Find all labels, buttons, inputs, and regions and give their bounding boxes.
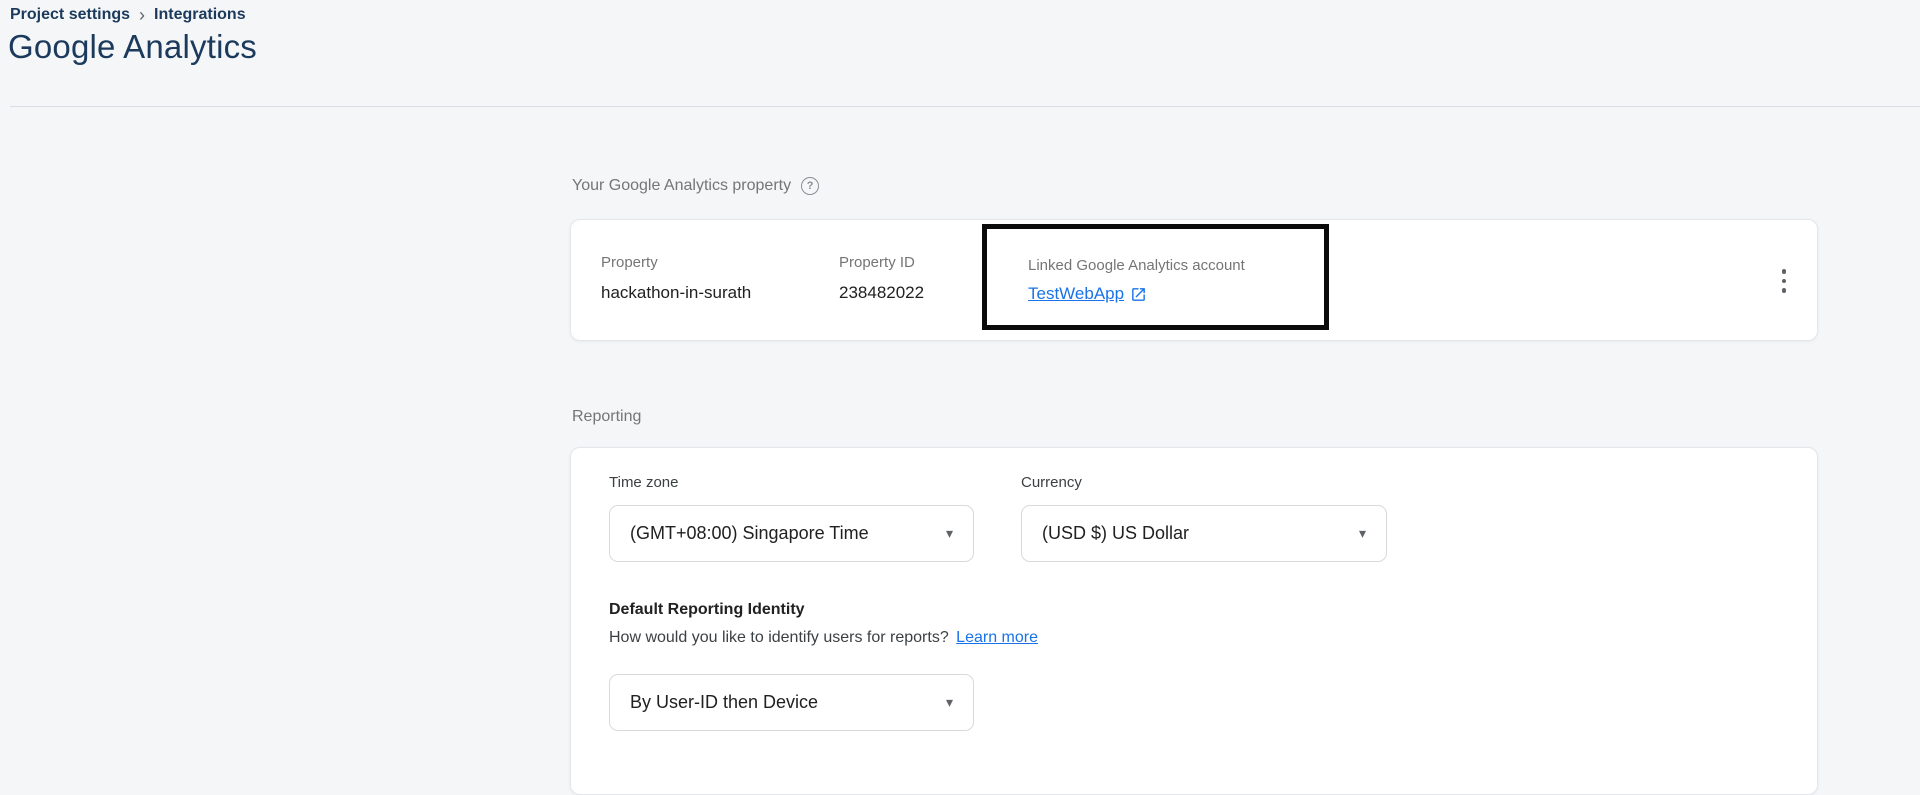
help-icon[interactable]: ? xyxy=(801,177,819,195)
reporting-identity-value: By User-ID then Device xyxy=(630,692,818,713)
linked-account-link[interactable]: TestWebApp xyxy=(1028,284,1124,304)
time-zone-dropdown[interactable]: (GMT+08:00) Singapore Time ▾ xyxy=(609,505,974,562)
default-reporting-identity-heading: Default Reporting Identity xyxy=(609,601,805,619)
property-field-value: hackathon-in-surath xyxy=(601,282,751,304)
reporting-identity-dropdown[interactable]: By User-ID then Device ▾ xyxy=(609,674,974,731)
reporting-card: Time zone (GMT+08:00) Singapore Time ▾ C… xyxy=(570,447,1818,795)
breadcrumb: Project settings › Integrations xyxy=(10,6,246,24)
breadcrumb-project-settings[interactable]: Project settings xyxy=(10,6,130,24)
reporting-section-heading: Reporting xyxy=(572,408,641,426)
currency-label: Currency xyxy=(1021,474,1082,491)
google-analytics-integration-page: Project settings › Integrations Google A… xyxy=(0,0,1920,785)
linked-account-field-label: Linked Google Analytics account xyxy=(1028,257,1245,275)
default-reporting-identity-description: How would you like to identify users for… xyxy=(609,629,1038,647)
currency-dropdown[interactable]: (USD $) US Dollar ▾ xyxy=(1021,505,1387,562)
identity-description-text: How would you like to identify users for… xyxy=(609,629,949,646)
property-field-label: Property xyxy=(601,254,751,272)
property-card: Property hackathon-in-surath Property ID… xyxy=(570,219,1818,341)
property-field: Property hackathon-in-surath xyxy=(601,254,751,304)
property-section-heading-label: Your Google Analytics property xyxy=(572,177,791,195)
currency-value: (USD $) US Dollar xyxy=(1042,523,1189,544)
breadcrumb-chevron-icon: › xyxy=(130,6,154,24)
dropdown-caret-icon: ▾ xyxy=(1359,525,1366,542)
breadcrumb-integrations[interactable]: Integrations xyxy=(154,6,246,24)
property-id-field-value: 238482022 xyxy=(839,282,924,304)
reporting-section-heading-label: Reporting xyxy=(572,408,641,426)
open-in-new-icon xyxy=(1130,286,1147,303)
property-id-field: Property ID 238482022 xyxy=(839,254,924,304)
header-divider xyxy=(10,106,1920,107)
page-title: Google Analytics xyxy=(8,28,257,66)
property-section-heading: Your Google Analytics property ? xyxy=(572,177,819,195)
linked-account-field: Linked Google Analytics account TestWebA… xyxy=(1028,257,1245,304)
learn-more-link[interactable]: Learn more xyxy=(956,629,1038,646)
property-id-field-label: Property ID xyxy=(839,254,924,272)
dropdown-caret-icon: ▾ xyxy=(946,694,953,711)
time-zone-value: (GMT+08:00) Singapore Time xyxy=(630,523,869,544)
dropdown-caret-icon: ▾ xyxy=(946,525,953,542)
time-zone-label: Time zone xyxy=(609,474,678,491)
kebab-menu-icon[interactable] xyxy=(1771,261,1797,301)
